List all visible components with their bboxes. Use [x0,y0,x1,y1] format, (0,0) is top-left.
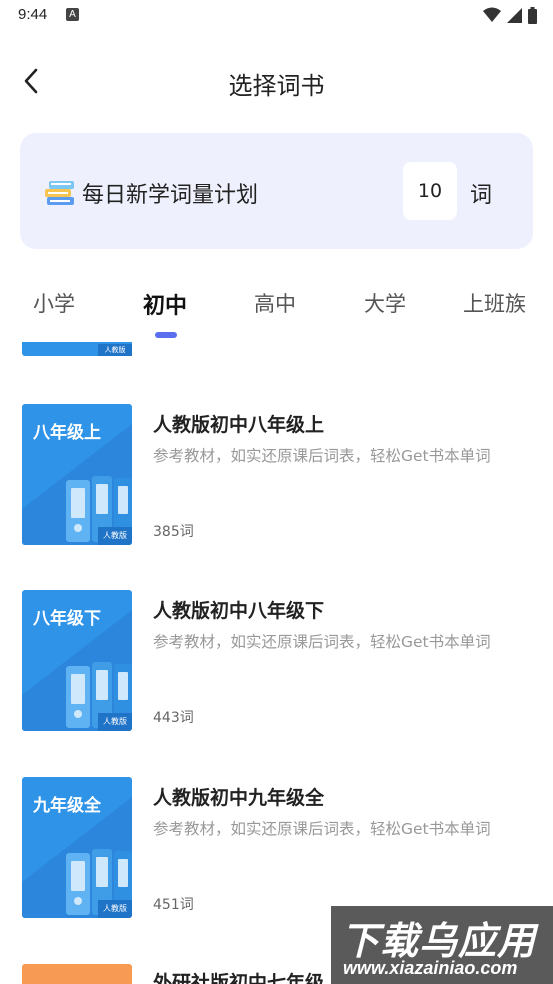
cover-title: 八年级下 [33,609,101,629]
notification-icon: A [66,8,79,21]
book-cover: 八年级上 人教版 [22,404,132,545]
book-cover-partial[interactable] [22,964,132,984]
daily-plan-card: 每日新学词量计划 10 词 [20,133,533,249]
word-count: 385词 [153,524,194,540]
book-item[interactable]: 八年级下 人教版 人教版初中八年级下 参考教材，如实还原课后词表，轻松Get书本… [0,590,553,734]
tab-senior-high[interactable]: 高中 [254,288,296,318]
cover-title: 八年级上 [33,423,101,443]
book-cover: 八年级下 人教版 [22,590,132,731]
book-list[interactable]: 人教版 八年级上 人教版 人教版初中八年级上 参考教材，如实还原课后词表，轻松G… [0,342,553,984]
publisher-badge: 人教版 [98,527,132,545]
word-count: 451词 [153,897,194,913]
publisher-badge: 人教版 [98,900,132,918]
status-bar: 9:44 A [0,0,553,32]
book-description: 参考教材，如实还原课后词表，轻松Get书本单词 [153,820,491,838]
signal-icon [507,7,522,23]
watermark-logo: 下载乌应用 [341,919,537,963]
books-icon [45,181,74,205]
book-description: 参考教材，如实还原课后词表，轻松Get书本单词 [153,447,491,465]
watermark: 下载乌应用 www.xiazainiao.com [331,906,553,984]
tab-indicator [155,332,177,338]
grade-tabs: 小学 初中 高中 大学 上班族 [0,282,553,342]
wifi-icon [483,7,501,22]
book-item[interactable]: 九年级全 人教版 人教版初中九年级全 参考教材，如实还原课后词表，轻松Get书本… [0,777,553,921]
book-title: 人教版初中九年级全 [153,787,325,809]
header: 选择词书 [0,50,553,112]
cover-title: 九年级全 [33,796,101,816]
battery-icon [528,6,537,24]
book-title[interactable]: 外研社版初中七年级上 [153,968,343,984]
tab-university[interactable]: 大学 [364,288,406,318]
status-time: 9:44 [18,6,48,23]
book-description: 参考教材，如实还原课后词表，轻松Get书本单词 [153,633,491,651]
book-title: 人教版初中八年级下 [153,600,325,622]
watermark-url: www.xiazainiao.com [343,958,518,978]
word-count: 443词 [153,710,194,726]
daily-count-input[interactable]: 10 [403,162,457,220]
book-cover-partial[interactable]: 人教版 [22,342,132,356]
tab-junior-high[interactable]: 初中 [143,288,187,320]
publisher-badge: 人教版 [98,713,132,731]
status-icons [483,6,537,24]
tab-office-worker[interactable]: 上班族 [463,288,526,318]
plan-label: 每日新学词量计划 [82,183,259,208]
page-title: 选择词书 [228,72,325,100]
book-title: 人教版初中八年级上 [153,414,325,436]
plan-unit: 词 [470,183,493,208]
book-cover: 九年级全 人教版 [22,777,132,918]
tab-primary-school[interactable]: 小学 [33,288,75,318]
book-item[interactable]: 八年级上 人教版 人教版初中八年级上 参考教材，如实还原课后词表，轻松Get书本… [0,404,553,548]
publisher-badge: 人教版 [98,344,132,356]
